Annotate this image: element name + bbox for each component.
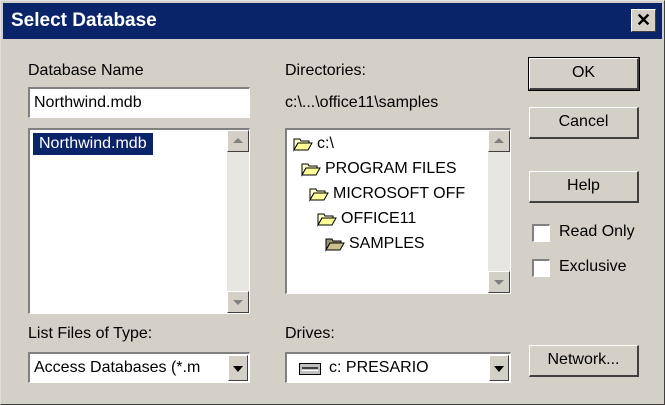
file-type-label: List Files of Type: [28, 325, 153, 342]
directory-item-label: OFFICE11 [341, 210, 417, 227]
cancel-button[interactable]: Cancel [529, 107, 639, 139]
directory-item-label: MICROSOFT OFF [333, 185, 466, 202]
directory-item-label: SAMPLES [349, 235, 425, 252]
select-database-dialog: Select Database ✕ Database Name Northwin… [0, 0, 665, 405]
file-type-select[interactable]: Access Databases (*.m [28, 352, 250, 383]
chevron-up-icon [233, 138, 243, 143]
directory-list[interactable]: c:\ PROGRAM FILES MICROSOFT OFF OFFICE11 [285, 128, 511, 294]
drives-select[interactable]: c: PRESARIO [285, 352, 511, 383]
drives-value: c: PRESARIO [329, 359, 429, 376]
directory-item-label: c:\ [317, 135, 334, 152]
help-button-label: Help [567, 177, 600, 194]
exclusive-checkbox[interactable] [532, 259, 550, 277]
scroll-up-button[interactable] [227, 130, 249, 152]
file-type-value: Access Databases (*.m [34, 359, 201, 376]
folder-open-icon [301, 163, 321, 177]
file-type-dropdown-button[interactable] [228, 355, 248, 381]
exclusive-option[interactable]: Exclusive [532, 257, 652, 279]
drives-label: Drives: [285, 325, 335, 342]
title-bar[interactable]: Select Database ✕ [3, 3, 662, 39]
directory-list-scrollbar[interactable] [488, 130, 510, 293]
file-list-scrollbar[interactable] [227, 130, 249, 313]
scroll-down-button[interactable] [488, 271, 510, 293]
database-name-label: Database Name [28, 62, 144, 79]
cancel-button-label: Cancel [558, 113, 609, 130]
database-name-value: Northwind.mdb [34, 94, 142, 111]
ok-button[interactable]: OK [528, 57, 640, 91]
file-list-item[interactable]: Northwind.mdb [32, 132, 154, 156]
read-only-label: Read Only [559, 223, 635, 240]
folder-open-icon [317, 213, 337, 227]
close-button[interactable]: ✕ [631, 9, 656, 32]
network-button-label: Network... [547, 351, 620, 368]
file-list[interactable]: Northwind.mdb [28, 128, 250, 314]
drive-icon [299, 363, 321, 375]
scroll-up-button[interactable] [488, 130, 510, 152]
chevron-down-icon [233, 300, 243, 305]
chevron-up-icon [494, 138, 504, 143]
file-list-item-label: Northwind.mdb [39, 135, 147, 152]
network-button[interactable]: Network... [529, 345, 639, 377]
chevron-down-icon [233, 366, 243, 372]
folder-open-icon [325, 238, 345, 252]
directory-item-label: PROGRAM FILES [325, 160, 457, 177]
read-only-option[interactable]: Read Only [532, 222, 652, 244]
chevron-down-icon [494, 366, 504, 372]
folder-open-icon [293, 138, 313, 152]
current-directory-path: c:\...\office11\samples [285, 94, 439, 111]
read-only-checkbox[interactable] [532, 224, 550, 242]
database-name-input[interactable]: Northwind.mdb [28, 87, 250, 118]
scroll-down-button[interactable] [227, 291, 249, 313]
directories-label: Directories: [285, 62, 366, 79]
window-title: Select Database [11, 10, 157, 31]
help-button[interactable]: Help [529, 171, 639, 203]
chevron-down-icon [494, 280, 504, 285]
exclusive-label: Exclusive [559, 258, 627, 275]
ok-button-label: OK [571, 64, 596, 81]
drives-dropdown-button[interactable] [489, 355, 509, 381]
close-icon: ✕ [635, 10, 652, 30]
folder-open-icon [309, 188, 329, 202]
